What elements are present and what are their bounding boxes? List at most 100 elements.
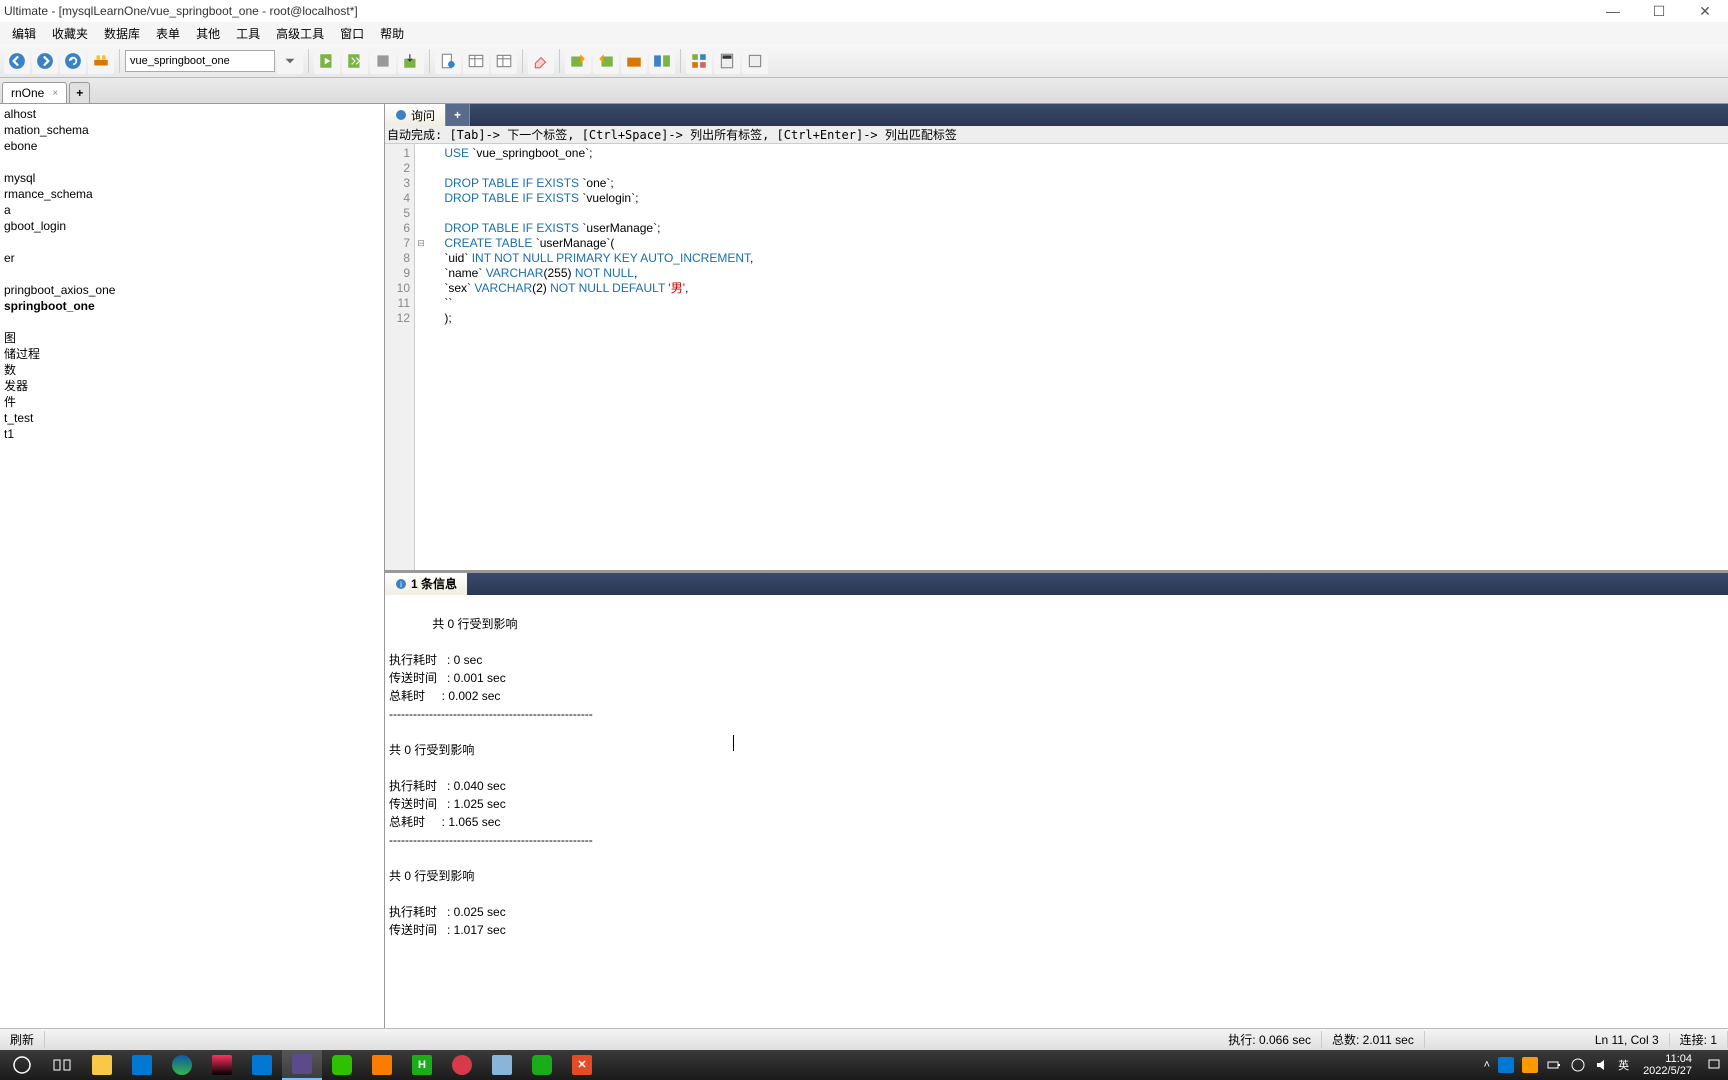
import-table-icon[interactable] — [593, 48, 619, 74]
tree-node[interactable] — [4, 234, 380, 250]
compare-icon[interactable] — [649, 48, 675, 74]
menu-other[interactable]: 其他 — [188, 25, 228, 42]
tree-node[interactable]: springboot_one — [4, 298, 380, 314]
sqlyog-icon[interactable] — [282, 1050, 322, 1080]
menu-form[interactable]: 表单 — [148, 25, 188, 42]
table-new-icon[interactable] — [463, 48, 489, 74]
execute-all-icon[interactable] — [342, 48, 368, 74]
explorer-icon[interactable] — [82, 1050, 122, 1080]
tree-node[interactable]: alhost — [4, 106, 380, 122]
tray-defender-icon[interactable] — [1498, 1057, 1514, 1073]
app-icon-image[interactable] — [482, 1050, 522, 1080]
menu-edit[interactable]: 编辑 — [4, 25, 44, 42]
tray-battery-icon[interactable] — [1546, 1057, 1562, 1073]
xampp-icon[interactable] — [362, 1050, 402, 1080]
database-select[interactable] — [125, 50, 275, 72]
refresh-icon[interactable] — [60, 48, 86, 74]
tray-update-icon[interactable] — [1522, 1057, 1538, 1073]
nav-forward-icon[interactable] — [32, 48, 58, 74]
tree-node[interactable]: mation_schema — [4, 122, 380, 138]
code-line[interactable]: `` — [431, 296, 753, 311]
xmind-icon[interactable]: ✕ — [562, 1050, 602, 1080]
tree-node[interactable]: 件 — [4, 394, 380, 410]
table-edit-icon[interactable] — [491, 48, 517, 74]
menu-tools[interactable]: 工具 — [228, 25, 268, 42]
menu-advanced-tools[interactable]: 高级工具 — [268, 25, 332, 42]
sql-editor[interactable]: 123456789101112 ⊟ USE `vue_springboot_on… — [385, 144, 1728, 570]
tray-chevron-icon[interactable]: ˄ — [1484, 1059, 1490, 1071]
app-icon-green[interactable] — [522, 1050, 562, 1080]
windows-taskbar[interactable]: H ✕ ˄ 英 11:04 2022/5/27 — [0, 1050, 1728, 1080]
file-tab[interactable]: rnOne × — [2, 82, 67, 103]
tree-node[interactable] — [4, 154, 380, 170]
tree-node[interactable]: rmance_schema — [4, 186, 380, 202]
taskbar-clock[interactable]: 11:04 2022/5/27 — [1637, 1051, 1698, 1079]
nav-back-icon[interactable] — [4, 48, 30, 74]
messages-panel[interactable]: 共 0 行受到影响 执行耗时 : 0 sec 传送时间 : 0.001 sec … — [385, 595, 1728, 1029]
execute-icon[interactable] — [314, 48, 340, 74]
dropdown-icon[interactable] — [277, 48, 303, 74]
code-line[interactable]: `sex` VARCHAR(2) NOT NULL DEFAULT '男', — [431, 281, 753, 296]
backup-icon[interactable] — [621, 48, 647, 74]
fold-gutter[interactable]: ⊟ — [415, 144, 427, 570]
tree-node[interactable]: mysql — [4, 170, 380, 186]
maximize-button[interactable]: ☐ — [1636, 0, 1682, 22]
code-line[interactable]: USE `vue_springboot_one`; — [431, 146, 753, 161]
intellij-icon[interactable] — [202, 1050, 242, 1080]
tree-node[interactable] — [4, 266, 380, 282]
export-table-icon[interactable] — [565, 48, 591, 74]
ime-indicator[interactable]: 英 — [1618, 1057, 1629, 1073]
query-tab[interactable]: 询问 — [385, 104, 446, 126]
code-line[interactable] — [431, 206, 753, 221]
wechat-icon[interactable] — [322, 1050, 362, 1080]
system-tray[interactable]: ˄ 英 11:04 2022/5/27 — [1484, 1051, 1726, 1079]
azure-icon[interactable] — [242, 1050, 282, 1080]
tree-node[interactable]: er — [4, 250, 380, 266]
tray-network-icon[interactable] — [1570, 1057, 1586, 1073]
code-line[interactable]: ); — [431, 311, 753, 326]
task-view-icon[interactable] — [42, 1050, 82, 1080]
vscode-icon[interactable] — [122, 1050, 162, 1080]
edge-icon[interactable] — [162, 1050, 202, 1080]
settings-icon[interactable] — [742, 48, 768, 74]
code-line[interactable]: CREATE TABLE `userManage`( — [431, 236, 753, 251]
tree-node[interactable]: ebone — [4, 138, 380, 154]
tree-node[interactable]: 图 — [4, 330, 380, 346]
close-button[interactable]: ✕ — [1682, 0, 1728, 22]
tree-node[interactable]: pringboot_axios_one — [4, 282, 380, 298]
connection-icon[interactable] — [88, 48, 114, 74]
close-tab-icon[interactable]: × — [52, 88, 58, 99]
eraser-icon[interactable] — [528, 48, 554, 74]
code-area[interactable]: USE `vue_springboot_one`; DROP TABLE IF … — [427, 144, 753, 570]
code-line[interactable]: DROP TABLE IF EXISTS `one`; — [431, 176, 753, 191]
stop-icon[interactable] — [370, 48, 396, 74]
menu-help[interactable]: 帮助 — [372, 25, 412, 42]
tray-volume-icon[interactable] — [1594, 1057, 1610, 1073]
code-line[interactable]: `name` VARCHAR(255) NOT NULL, — [431, 266, 753, 281]
new-tab-button[interactable]: + — [69, 82, 90, 103]
tree-node[interactable]: a — [4, 202, 380, 218]
new-query-icon[interactable] — [435, 48, 461, 74]
tree-node[interactable]: gboot_login — [4, 218, 380, 234]
menu-database[interactable]: 数据库 — [96, 25, 148, 42]
add-query-tab[interactable]: + — [446, 104, 470, 126]
calc-icon[interactable] — [714, 48, 740, 74]
object-browser[interactable]: alhostmation_schemaebone mysqlrmance_sch… — [0, 104, 385, 1028]
export-icon[interactable] — [398, 48, 424, 74]
code-line[interactable] — [431, 161, 753, 176]
menu-window[interactable]: 窗口 — [332, 25, 372, 42]
menu-favorites[interactable]: 收藏夹 — [44, 25, 96, 42]
app-icon-red[interactable] — [442, 1050, 482, 1080]
schema-icon[interactable] — [686, 48, 712, 74]
code-line[interactable]: DROP TABLE IF EXISTS `userManage`; — [431, 221, 753, 236]
tree-node[interactable]: 发器 — [4, 378, 380, 394]
tree-node[interactable]: t_test — [4, 410, 380, 426]
tree-node[interactable]: 数 — [4, 362, 380, 378]
notification-icon[interactable] — [1706, 1057, 1722, 1073]
messages-tab[interactable]: i 1 条信息 — [385, 573, 467, 595]
minimize-button[interactable]: — — [1590, 0, 1636, 22]
hbuilder-icon[interactable]: H — [402, 1050, 442, 1080]
start-button[interactable] — [2, 1050, 42, 1080]
tree-node[interactable]: 储过程 — [4, 346, 380, 362]
code-line[interactable]: `uid` INT NOT NULL PRIMARY KEY AUTO_INCR… — [431, 251, 753, 266]
